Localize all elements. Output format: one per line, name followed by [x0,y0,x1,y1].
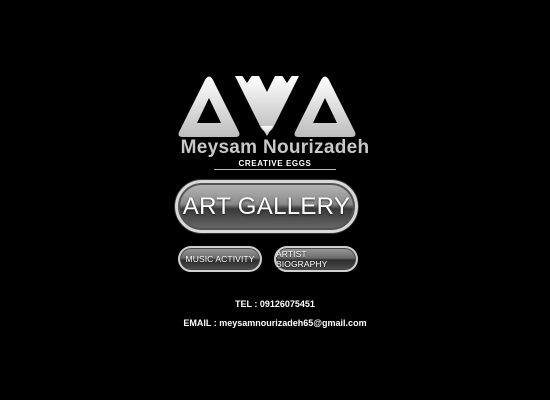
logo-letter-a-left [178,76,240,137]
contact-email: EMAIL : meysamnourizadeh65@gmail.com [183,318,367,328]
logo-letter-a-right [294,76,356,137]
ava-logo-icon [178,74,356,137]
contact-telephone: TEL : 09126075451 [235,299,315,309]
tagline-divider [214,169,336,170]
artist-biography-button[interactable]: ARTIST BIOGRAPHY [274,246,358,272]
brand-name: Meysam Nourizadeh [180,137,370,158]
logo-triangle-bottom [261,126,273,136]
art-gallery-button[interactable]: ART GALLERY [175,180,358,233]
tagline: CREATIVE EGGS [238,159,312,168]
music-activity-button[interactable]: MUSIC ACTIVITY [178,246,262,272]
logo-letter-v [235,76,299,132]
